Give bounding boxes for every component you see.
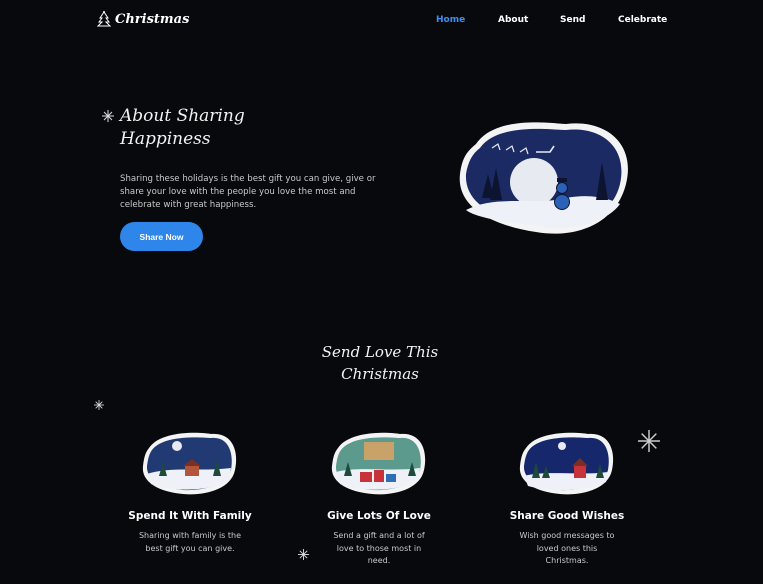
top-navbar: Christmas Home About Send Celebrate — [0, 0, 763, 42]
card-love: Give Lots Of Love Send a gift and a lot … — [309, 428, 449, 568]
share-now-button[interactable]: Share Now — [120, 222, 203, 251]
nav-link-home[interactable]: Home — [436, 15, 465, 25]
hero-title: About Sharing Happiness — [120, 105, 300, 151]
card-text: Send a gift and a lot of love to those m… — [333, 531, 425, 565]
village-night-illustration — [519, 432, 614, 495]
snowflake-icon — [638, 430, 660, 452]
hero-description: Sharing these holidays is the best gift … — [120, 173, 376, 210]
card-family: Spend It With Family Sharing with family… — [120, 428, 260, 555]
nav-link-celebrate[interactable]: Celebrate — [618, 15, 667, 25]
card-text: Sharing with family is the best gift you… — [138, 531, 242, 553]
hero-title-line: Happiness — [120, 129, 211, 149]
christmas-tree-icon — [97, 11, 111, 27]
nav-link-send[interactable]: Send — [560, 15, 585, 25]
card-wishes: Share Good Wishes Wish good messages to … — [497, 428, 637, 568]
logo-text: Christmas — [115, 11, 190, 27]
snowflake-icon — [298, 549, 309, 560]
card-text: Wish good messages to loved ones this Ch… — [519, 531, 615, 565]
snowflake-icon — [94, 400, 104, 410]
section-title: Send Love This Christmas — [300, 341, 460, 385]
gifts-illustration — [331, 432, 426, 495]
hero-winter-illustration — [459, 122, 628, 234]
section-title-line: Send Love This — [321, 343, 439, 361]
family-house-illustration — [142, 432, 237, 495]
logo[interactable]: Christmas — [97, 11, 189, 27]
section-title-line: Christmas — [341, 365, 419, 383]
card-title: Spend It With Family — [128, 510, 252, 522]
nav-link-about[interactable]: About — [498, 15, 528, 25]
snowflake-icon — [102, 110, 114, 122]
card-title: Give Lots Of Love — [327, 510, 431, 522]
card-title: Share Good Wishes — [509, 510, 625, 522]
hero-title-line: About Sharing — [120, 106, 245, 126]
